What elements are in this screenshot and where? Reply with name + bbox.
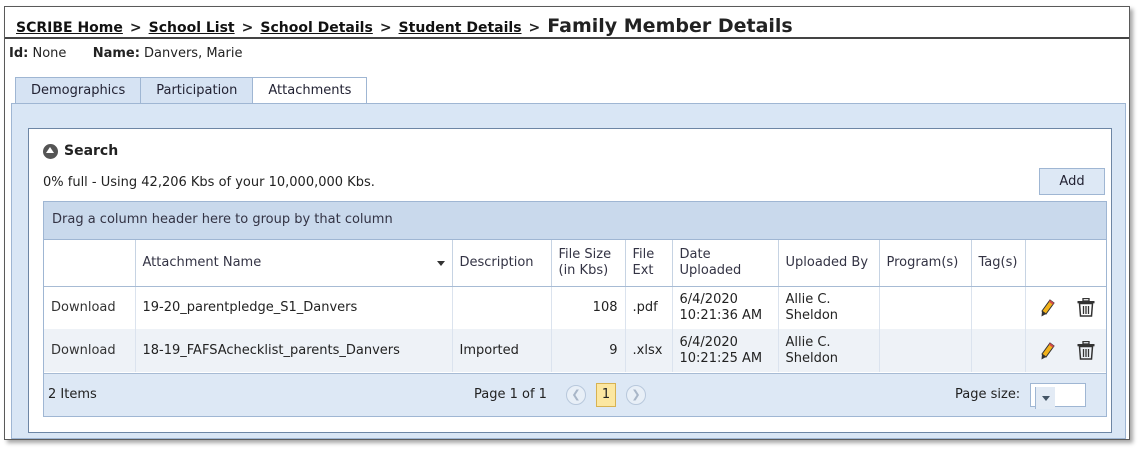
breadcrumb-separator: > <box>379 20 392 36</box>
next-page-icon[interactable]: ❯ <box>626 385 646 405</box>
id-value: None <box>32 46 67 61</box>
prev-page-icon[interactable]: ❮ <box>566 385 586 405</box>
page-info: Page 1 of 1 <box>474 387 547 402</box>
collapse-circle-icon <box>43 143 58 159</box>
header-file-ext[interactable]: File Ext <box>625 240 673 287</box>
header-date-uploaded[interactable]: Date Uploaded <box>672 240 779 287</box>
header-download <box>44 240 136 287</box>
add-button[interactable]: Add <box>1039 168 1105 195</box>
storage-usage-text: 0% full - Using 42,206 Kbs of your 10,00… <box>43 175 375 190</box>
breadcrumb-link-student-details[interactable]: Student Details <box>399 20 522 36</box>
page-title: Family Member Details <box>547 15 793 37</box>
tab-participation[interactable]: Participation <box>140 77 253 104</box>
breadcrumb-link-school-details[interactable]: School Details <box>260 20 372 36</box>
search-toggle[interactable]: Search <box>43 143 118 159</box>
download-link[interactable]: Download <box>51 300 116 315</box>
header-actions <box>1025 240 1106 287</box>
table-header-row: Attachment Name Description File Size (i… <box>44 240 1106 287</box>
attachments-grid: Drag a column header here to group by th… <box>43 201 1107 417</box>
cell-uploaded-by: Allie C. Sheldon <box>778 286 880 329</box>
cell-tags <box>971 286 1026 329</box>
cell-actions <box>1025 329 1106 372</box>
cell-attachment-name: 18-19_FAFSAchecklist_parents_Danvers <box>135 329 453 372</box>
attachments-container: Search 0% full - Using 42,206 Kbs of you… <box>28 128 1112 433</box>
cell-actions <box>1025 286 1106 329</box>
cell-description <box>452 286 552 329</box>
chevron-down-icon[interactable] <box>1035 387 1055 409</box>
cell-programs <box>879 286 972 329</box>
tab-strip: Demographics Participation Attachments <box>15 77 368 104</box>
cell-description: Imported <box>452 329 552 372</box>
attachments-table: Attachment Name Description File Size (i… <box>44 240 1106 372</box>
header-attachment-name[interactable]: Attachment Name <box>135 240 453 287</box>
page-size-select[interactable]: 20 <box>1030 383 1086 409</box>
header-tags[interactable]: Tag(s) <box>971 240 1026 287</box>
name-value: Danvers, Marie <box>144 46 243 61</box>
tab-attachments[interactable]: Attachments <box>252 77 368 104</box>
title-divider <box>5 37 1129 39</box>
cell-date-uploaded: 6/4/2020 10:21:25 AM <box>672 329 779 372</box>
trash-icon[interactable] <box>1077 298 1095 317</box>
cell-uploaded-by: Allie C. Sheldon <box>778 329 880 372</box>
app-window: SCRIBE Home > School List > School Detai… <box>4 6 1130 440</box>
search-label: Search <box>64 143 119 159</box>
download-link[interactable]: Download <box>51 343 116 358</box>
sort-descending-icon[interactable] <box>436 260 445 266</box>
edit-pencil-icon[interactable] <box>1040 341 1055 360</box>
header-programs[interactable]: Program(s) <box>879 240 972 287</box>
breadcrumb-link-school-list[interactable]: School List <box>149 20 235 36</box>
name-label: Name: <box>92 46 140 61</box>
tab-demographics[interactable]: Demographics <box>15 77 141 104</box>
item-count: 2 Items <box>48 387 97 402</box>
table-row: Download 18-19_FAFSAchecklist_parents_Da… <box>44 329 1106 372</box>
edit-pencil-icon[interactable] <box>1040 299 1055 317</box>
breadcrumb-link-scribe-home[interactable]: SCRIBE Home <box>16 20 123 36</box>
trash-icon[interactable] <box>1077 341 1095 360</box>
breadcrumb-separator: > <box>129 20 142 36</box>
cell-file-size: 9 <box>551 329 626 372</box>
header-uploaded-by[interactable]: Uploaded By <box>778 240 880 287</box>
breadcrumb-separator: > <box>241 20 254 36</box>
id-label: Id: <box>9 46 29 61</box>
student-info: Id: None Name: Danvers, Marie <box>9 46 242 61</box>
table-row: Download 19-20_parentpledge_S1_Danvers 1… <box>44 286 1106 329</box>
cell-date-uploaded: 6/4/2020 10:21:36 AM <box>672 286 779 329</box>
header-file-size[interactable]: File Size (in Kbs) <box>551 240 626 287</box>
cell-attachment-name: 19-20_parentpledge_S1_Danvers <box>135 286 453 329</box>
grid-pager: 2 Items Page 1 of 1 ❮ 1 ❯ Page size: 20 <box>44 373 1106 416</box>
breadcrumb-separator: > <box>528 20 541 36</box>
page-size-label: Page size: <box>955 387 1021 402</box>
group-by-bar[interactable]: Drag a column header here to group by th… <box>44 202 1106 240</box>
page-number-button[interactable]: 1 <box>596 383 616 407</box>
cell-programs <box>879 329 972 372</box>
cell-file-size: 108 <box>551 286 626 329</box>
cell-file-ext: .xlsx <box>625 329 673 372</box>
cell-tags <box>971 329 1026 372</box>
cell-file-ext: .pdf <box>625 286 673 329</box>
attachments-panel: Search 0% full - Using 42,206 Kbs of you… <box>11 103 1126 439</box>
header-description[interactable]: Description <box>452 240 552 287</box>
